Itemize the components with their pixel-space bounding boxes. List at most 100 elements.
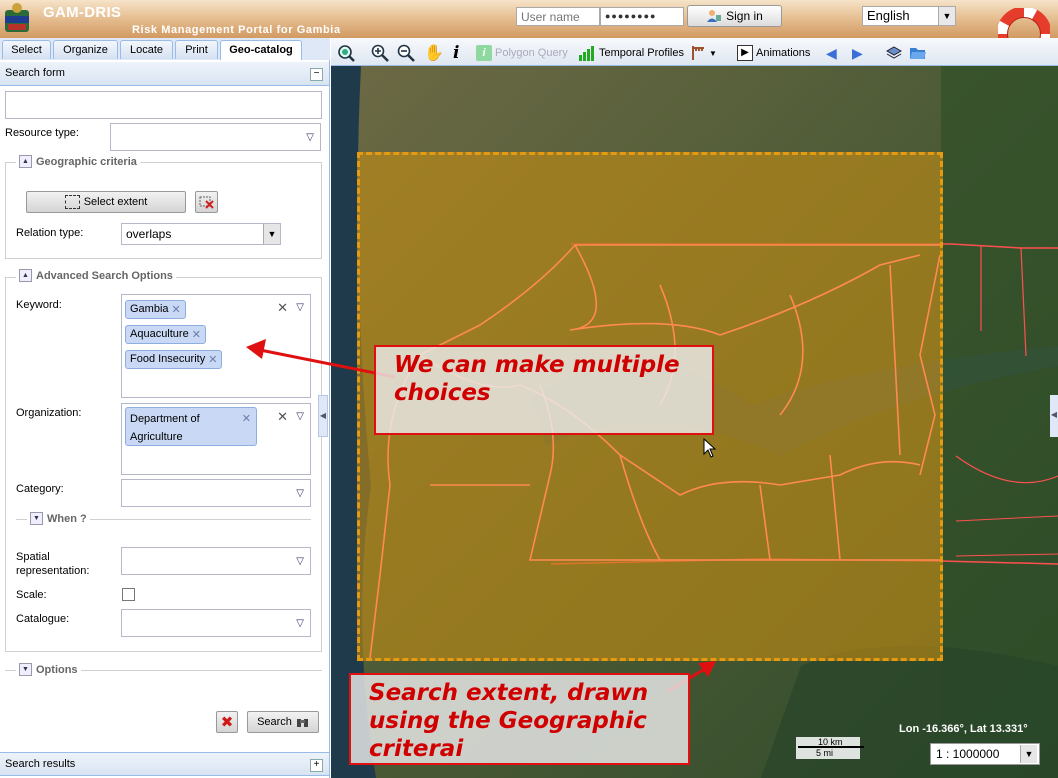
collapse-up-icon[interactable]: ▲	[19, 155, 32, 168]
relation-type-select[interactable]: overlaps ▼	[121, 223, 281, 245]
reset-x-icon: ✖	[220, 714, 234, 731]
chevron-down-icon[interactable]: ▽	[296, 411, 304, 422]
app-title: GAM-DRIS	[43, 4, 122, 21]
polygon-query-label: Polygon Query	[495, 47, 568, 59]
search-results-header[interactable]: Search results +	[0, 752, 329, 776]
collapse-icon[interactable]: −	[310, 68, 323, 81]
annotation-line: criterai	[369, 736, 464, 762]
animations-label: Animations	[756, 47, 811, 59]
relation-type-value: overlaps	[126, 227, 172, 241]
keyword-chip-label: Aquaculture	[130, 328, 189, 340]
polygon-query-button[interactable]: i Polygon Query	[476, 44, 568, 62]
open-folder-button[interactable]	[909, 44, 927, 62]
advanced-search-title: Advanced Search Options	[36, 269, 173, 282]
chevron-down-icon[interactable]: ▽	[296, 302, 304, 313]
advanced-search-legend[interactable]: ▲ Advanced Search Options	[16, 269, 176, 282]
animations-button[interactable]: ▶ Animations	[737, 44, 810, 62]
next-view-button[interactable]: ▶	[852, 44, 863, 62]
multiple-choices-annotation: We can make multiple choices	[374, 345, 714, 435]
catalogue-label: Catalogue:	[16, 613, 70, 625]
tab-locate[interactable]: Locate	[120, 40, 173, 59]
clear-icon[interactable]: ✕	[277, 409, 288, 425]
keyword-chip[interactable]: Food Insecurity ✕	[125, 350, 223, 369]
reset-button[interactable]: ✖	[216, 711, 238, 733]
search-button-label: Search	[257, 716, 292, 728]
zoom-to-max-extent-button[interactable]	[337, 44, 355, 62]
language-select[interactable]: English ▼	[862, 6, 956, 26]
keyword-label: Keyword:	[16, 299, 62, 311]
arrow-left-icon: ◀	[826, 44, 837, 61]
remove-icon[interactable]: ✕	[242, 410, 251, 428]
remove-icon[interactable]: ✕	[208, 353, 217, 366]
chevron-down-icon: ▽	[296, 488, 304, 499]
expand-icon[interactable]: +	[310, 759, 323, 772]
search-results-title: Search results	[5, 758, 76, 770]
polygon-query-icon: i	[476, 45, 492, 61]
right-collapse-handle[interactable]: ◀	[1050, 395, 1058, 437]
search-button[interactable]: Search	[247, 711, 319, 733]
clear-extent-button[interactable]	[195, 191, 218, 213]
spatial-representation-label: Spatial representation:	[16, 550, 89, 578]
zoom-in-button[interactable]	[371, 44, 389, 62]
geographic-criteria-title: Geographic criteria	[36, 155, 137, 168]
mouse-cursor-icon	[703, 438, 717, 458]
tab-organize[interactable]: Organize	[53, 40, 118, 59]
options-legend[interactable]: ▼ Options	[16, 663, 81, 676]
arrow-right-icon: ▶	[852, 44, 863, 61]
remove-icon[interactable]: ✕	[172, 303, 181, 316]
collapse-up-icon[interactable]: ▲	[19, 269, 32, 282]
remove-icon[interactable]: ✕	[192, 328, 201, 341]
zoom-out-button[interactable]	[397, 44, 415, 62]
extent-box-icon	[64, 195, 80, 209]
select-extent-label: Select extent	[83, 196, 148, 208]
catalogue-select[interactable]: ▽	[121, 609, 311, 637]
tab-geo-catalog[interactable]: Geo-catalog	[220, 40, 302, 61]
info-button[interactable]: i	[453, 43, 460, 63]
scale-select[interactable]: 1 : 1000000 ▼	[930, 743, 1040, 765]
geographic-criteria-legend[interactable]: ▲ Geographic criteria	[16, 155, 140, 168]
resource-type-select[interactable]: ▽	[110, 123, 321, 151]
scale-label: Scale:	[16, 589, 47, 601]
relation-type-label: Relation type:	[16, 227, 84, 239]
expand-down-icon[interactable]: ▼	[30, 512, 43, 525]
expand-down-icon[interactable]: ▼	[19, 663, 32, 676]
mouse-coordinates: Lon -16.366°, Lat 13.331°	[899, 723, 1028, 735]
keyword-chip[interactable]: Gambia ✕	[125, 300, 186, 319]
category-select[interactable]: ▽	[121, 479, 311, 507]
temporal-profiles-button[interactable]: Temporal Profiles	[578, 44, 684, 62]
organization-chip[interactable]: Department of Agriculture ✕	[125, 407, 257, 446]
annotation-line: Search extent, drawn	[369, 680, 649, 706]
resource-type-label: Resource type:	[5, 127, 79, 139]
hand-icon: ✋	[424, 45, 444, 62]
sign-in-button[interactable]: Sign in	[687, 5, 782, 27]
keyword-chip[interactable]: Aquaculture ✕	[125, 325, 206, 344]
pan-button[interactable]: ✋	[424, 44, 444, 62]
organization-chip-line1: Department of	[130, 413, 200, 425]
geo-catalog-panel: Search form − Resource type: ▽ ▲ Geograp…	[0, 60, 330, 778]
chevron-down-icon: ▼	[263, 224, 280, 244]
layers-icon	[885, 46, 903, 59]
keyword-chip-label: Gambia	[130, 303, 169, 315]
tab-select[interactable]: Select	[2, 40, 51, 59]
panel-collapse-handle[interactable]: ◀	[318, 395, 328, 437]
search-form-title: Search form	[5, 67, 65, 79]
options-title: Options	[36, 663, 78, 676]
spatial-representation-select[interactable]: ▽	[121, 547, 311, 575]
username-input[interactable]	[516, 7, 600, 26]
tab-print[interactable]: Print	[175, 40, 218, 59]
scale-checkbox[interactable]	[122, 588, 135, 601]
select-extent-button[interactable]: Select extent	[26, 191, 186, 213]
organization-chip-line2: Agriculture	[130, 431, 183, 443]
organization-label: Organization:	[16, 407, 82, 419]
layers-button[interactable]	[885, 44, 903, 62]
when-legend[interactable]: ▼ When ?	[27, 512, 90, 525]
clear-icon[interactable]: ✕	[277, 300, 288, 316]
user-icon	[707, 10, 722, 22]
search-extent-annotation: Search extent, drawn using the Geographi…	[349, 673, 690, 765]
info-icon: i	[453, 43, 460, 63]
search-text-input[interactable]	[5, 91, 322, 119]
password-input[interactable]: ●●●●●●●●	[600, 7, 684, 26]
previous-view-button[interactable]: ◀	[826, 44, 837, 62]
measure-menu-button[interactable]: ▼	[690, 44, 717, 62]
annotation-line: using the Geographic	[369, 708, 647, 734]
